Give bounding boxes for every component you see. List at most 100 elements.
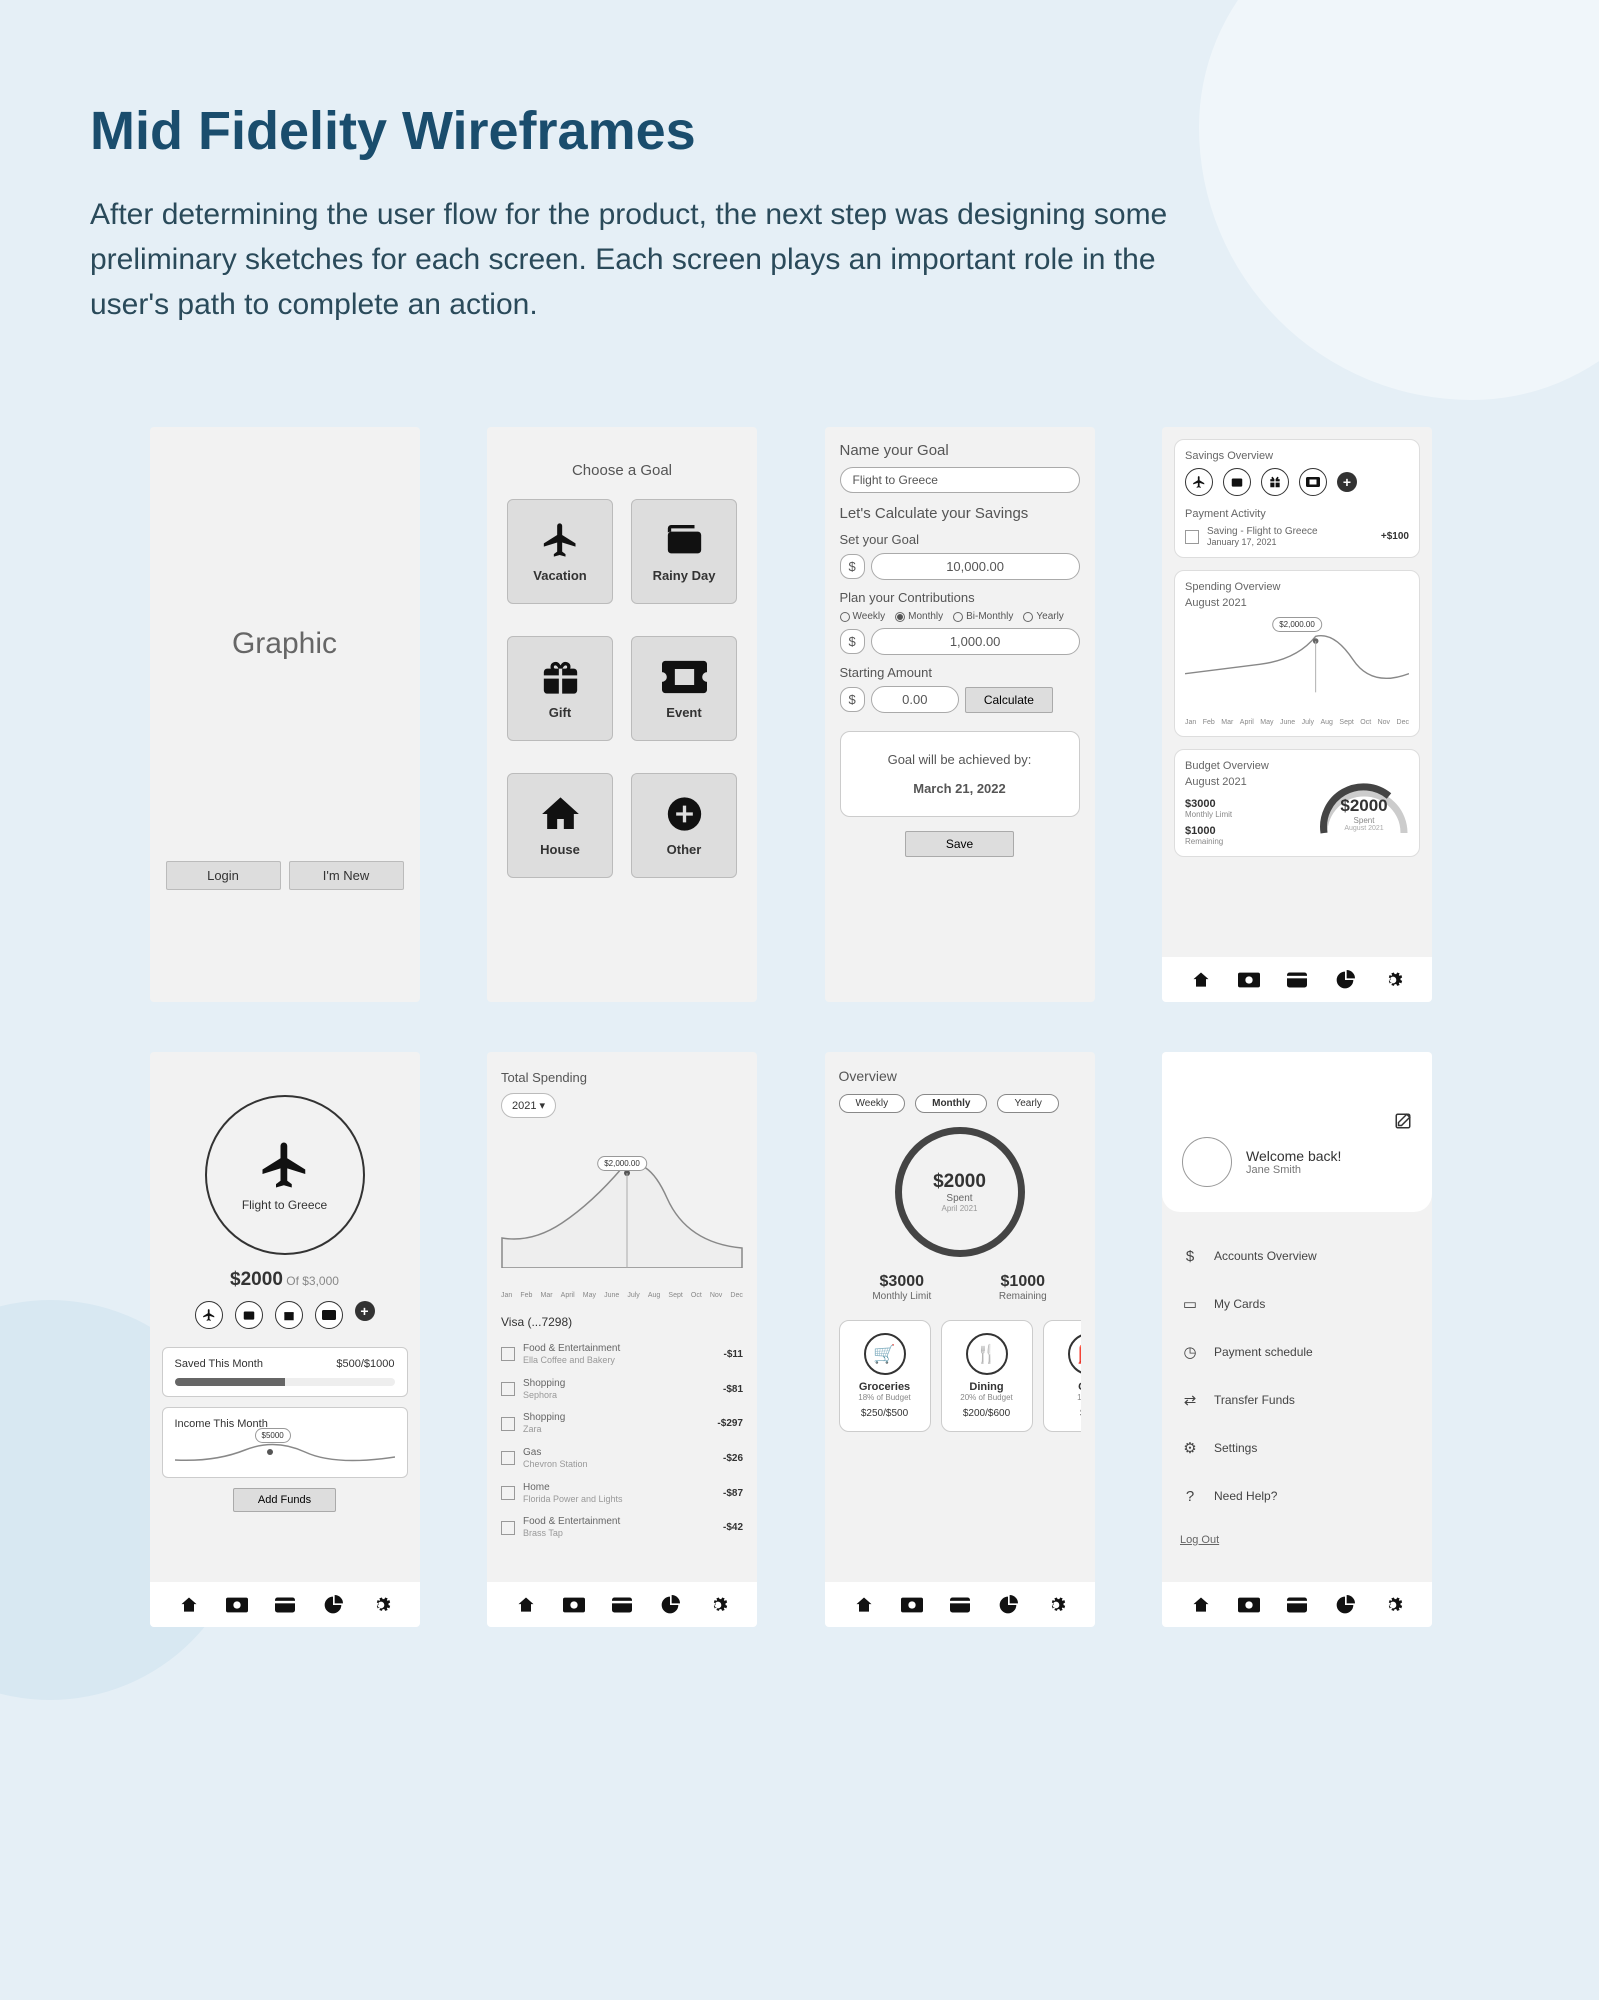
- tab-home-icon[interactable]: [515, 1594, 537, 1616]
- transaction-row[interactable]: HomeFlorida Power and Lights-$87: [501, 1476, 743, 1511]
- freq-radio[interactable]: Monthly: [895, 611, 943, 622]
- goal-tile-event[interactable]: Event: [631, 636, 737, 741]
- contribution-input[interactable]: 1,000.00: [871, 628, 1080, 655]
- add-funds-button[interactable]: Add Funds: [233, 1488, 336, 1512]
- goal-icon-airplane[interactable]: [195, 1301, 223, 1329]
- chart-value-badge: $2,000.00: [1272, 617, 1322, 632]
- tab-card-icon[interactable]: [1286, 969, 1308, 991]
- category-card[interactable]: 🍴Dining20% of Budget$200/$600: [941, 1320, 1033, 1432]
- payment-checkbox[interactable]: [1185, 530, 1199, 544]
- category-card[interactable]: ⛽Gas16% o$75: [1043, 1320, 1081, 1432]
- goal-label: Vacation: [533, 568, 586, 583]
- goal-icon-ticket[interactable]: [315, 1301, 343, 1329]
- goal-icon-wallet[interactable]: [235, 1301, 263, 1329]
- transaction-row[interactable]: Food & EntertainmentBrass Tap-$42: [501, 1510, 743, 1545]
- payment-row[interactable]: Saving - Flight to Greece January 17, 20…: [1185, 526, 1409, 547]
- tab-chart-icon[interactable]: [1334, 1594, 1356, 1616]
- savings-icon-wallet[interactable]: [1223, 468, 1251, 496]
- period-tab[interactable]: Weekly: [839, 1094, 906, 1113]
- category-card[interactable]: 🛒Groceries18% of Budget$250/$500: [839, 1320, 931, 1432]
- goal-name-input[interactable]: Flight to Greece: [840, 467, 1080, 493]
- tx-checkbox[interactable]: [501, 1417, 515, 1431]
- goal-tile-gift[interactable]: Gift: [507, 636, 613, 741]
- avatar[interactable]: [1182, 1137, 1232, 1187]
- remaining-amount: $1000: [1185, 825, 1216, 837]
- transaction-row[interactable]: Food & EntertainmentElla Coffee and Bake…: [501, 1337, 743, 1372]
- freq-radio[interactable]: Weekly: [840, 611, 886, 622]
- menu-item-icon: $: [1180, 1246, 1200, 1266]
- save-button[interactable]: Save: [905, 831, 1014, 857]
- tx-checkbox[interactable]: [501, 1347, 515, 1361]
- savings-overview-card: Savings Overview + Payment Activity Savi…: [1174, 439, 1420, 558]
- month-label: May: [1260, 719, 1273, 726]
- goal-label: Other: [667, 842, 702, 857]
- card-label: Visa (...7298): [501, 1315, 743, 1329]
- category-icon: 🛒: [864, 1333, 906, 1375]
- savings-icon-airplane[interactable]: [1185, 468, 1213, 496]
- tab-card-icon[interactable]: [274, 1594, 296, 1616]
- edit-icon[interactable]: [1394, 1112, 1412, 1130]
- tab-cash-icon[interactable]: [901, 1594, 923, 1616]
- tab-bar: [487, 1582, 757, 1627]
- goal-tile-house[interactable]: House: [507, 773, 613, 878]
- tab-settings-icon[interactable]: [370, 1594, 392, 1616]
- menu-item[interactable]: ?Need Help?: [1180, 1472, 1414, 1520]
- period-tab[interactable]: Yearly: [997, 1094, 1058, 1113]
- logout-link[interactable]: Log Out: [1162, 1520, 1432, 1560]
- tx-checkbox[interactable]: [501, 1486, 515, 1500]
- saved-amount: $500/$1000: [336, 1358, 394, 1370]
- limit-amount: $3000: [872, 1273, 931, 1291]
- period-tab[interactable]: Monthly: [915, 1094, 987, 1113]
- freq-radio[interactable]: Yearly: [1023, 611, 1063, 622]
- tab-home-icon[interactable]: [178, 1594, 200, 1616]
- tab-cash-icon[interactable]: [1238, 969, 1260, 991]
- freq-radio[interactable]: Bi-Monthly: [953, 611, 1013, 622]
- calculate-button[interactable]: Calculate: [965, 687, 1053, 713]
- menu-item[interactable]: ▭My Cards: [1180, 1280, 1414, 1328]
- savings-icon-ticket[interactable]: [1299, 468, 1327, 496]
- tab-home-icon[interactable]: [1190, 969, 1212, 991]
- limit-label: Monthly Limit: [872, 1291, 931, 1302]
- tab-card-icon[interactable]: [611, 1594, 633, 1616]
- tx-checkbox[interactable]: [501, 1521, 515, 1535]
- tab-chart-icon[interactable]: [1334, 969, 1356, 991]
- menu-item[interactable]: $Accounts Overview: [1180, 1232, 1414, 1280]
- goal-tile-other[interactable]: Other: [631, 773, 737, 878]
- screen-total-spending: Total Spending 2021 ▾ $2,000.00 JanFebMa…: [487, 1052, 757, 1627]
- menu-item[interactable]: ⇄Transfer Funds: [1180, 1376, 1414, 1424]
- menu-item[interactable]: ⚙Settings: [1180, 1424, 1414, 1472]
- year-selector[interactable]: 2021 ▾: [501, 1093, 556, 1118]
- savings-icon-gift[interactable]: [1261, 468, 1289, 496]
- tab-card-icon[interactable]: [949, 1594, 971, 1616]
- transaction-row[interactable]: ShoppingSephora-$81: [501, 1372, 743, 1407]
- tab-cash-icon[interactable]: [563, 1594, 585, 1616]
- tab-chart-icon[interactable]: [322, 1594, 344, 1616]
- tx-checkbox[interactable]: [501, 1382, 515, 1396]
- tab-settings-icon[interactable]: [1382, 1594, 1404, 1616]
- tab-settings-icon[interactable]: [1045, 1594, 1067, 1616]
- goal-tile-vacation[interactable]: Vacation: [507, 499, 613, 604]
- tab-settings-icon[interactable]: [1382, 969, 1404, 991]
- tab-cash-icon[interactable]: [1238, 1594, 1260, 1616]
- tab-home-icon[interactable]: [853, 1594, 875, 1616]
- spent-month: August 2021: [1319, 825, 1409, 832]
- goal-icon-gift[interactable]: [275, 1301, 303, 1329]
- tab-chart-icon[interactable]: [997, 1594, 1019, 1616]
- menu-item[interactable]: ◷Payment schedule: [1180, 1328, 1414, 1376]
- login-button[interactable]: Login: [166, 861, 281, 890]
- tab-chart-icon[interactable]: [659, 1594, 681, 1616]
- tab-settings-icon[interactable]: [707, 1594, 729, 1616]
- starting-input[interactable]: 0.00: [871, 686, 959, 713]
- add-goal-icon[interactable]: +: [355, 1301, 375, 1321]
- tab-home-icon[interactable]: [1190, 1594, 1212, 1616]
- transaction-row[interactable]: ShoppingZara-$297: [501, 1406, 743, 1441]
- tx-checkbox[interactable]: [501, 1451, 515, 1465]
- add-savings-icon[interactable]: +: [1337, 472, 1357, 492]
- goal-tile-rainy-day[interactable]: Rainy Day: [631, 499, 737, 604]
- transaction-row[interactable]: GasChevron Station-$26: [501, 1441, 743, 1476]
- tab-cash-icon[interactable]: [226, 1594, 248, 1616]
- tab-card-icon[interactable]: [1286, 1594, 1308, 1616]
- im-new-button[interactable]: I'm New: [289, 861, 404, 890]
- screen-dashboard: Savings Overview + Payment Activity Savi…: [1162, 427, 1432, 1002]
- goal-amount-input[interactable]: 10,000.00: [871, 553, 1080, 580]
